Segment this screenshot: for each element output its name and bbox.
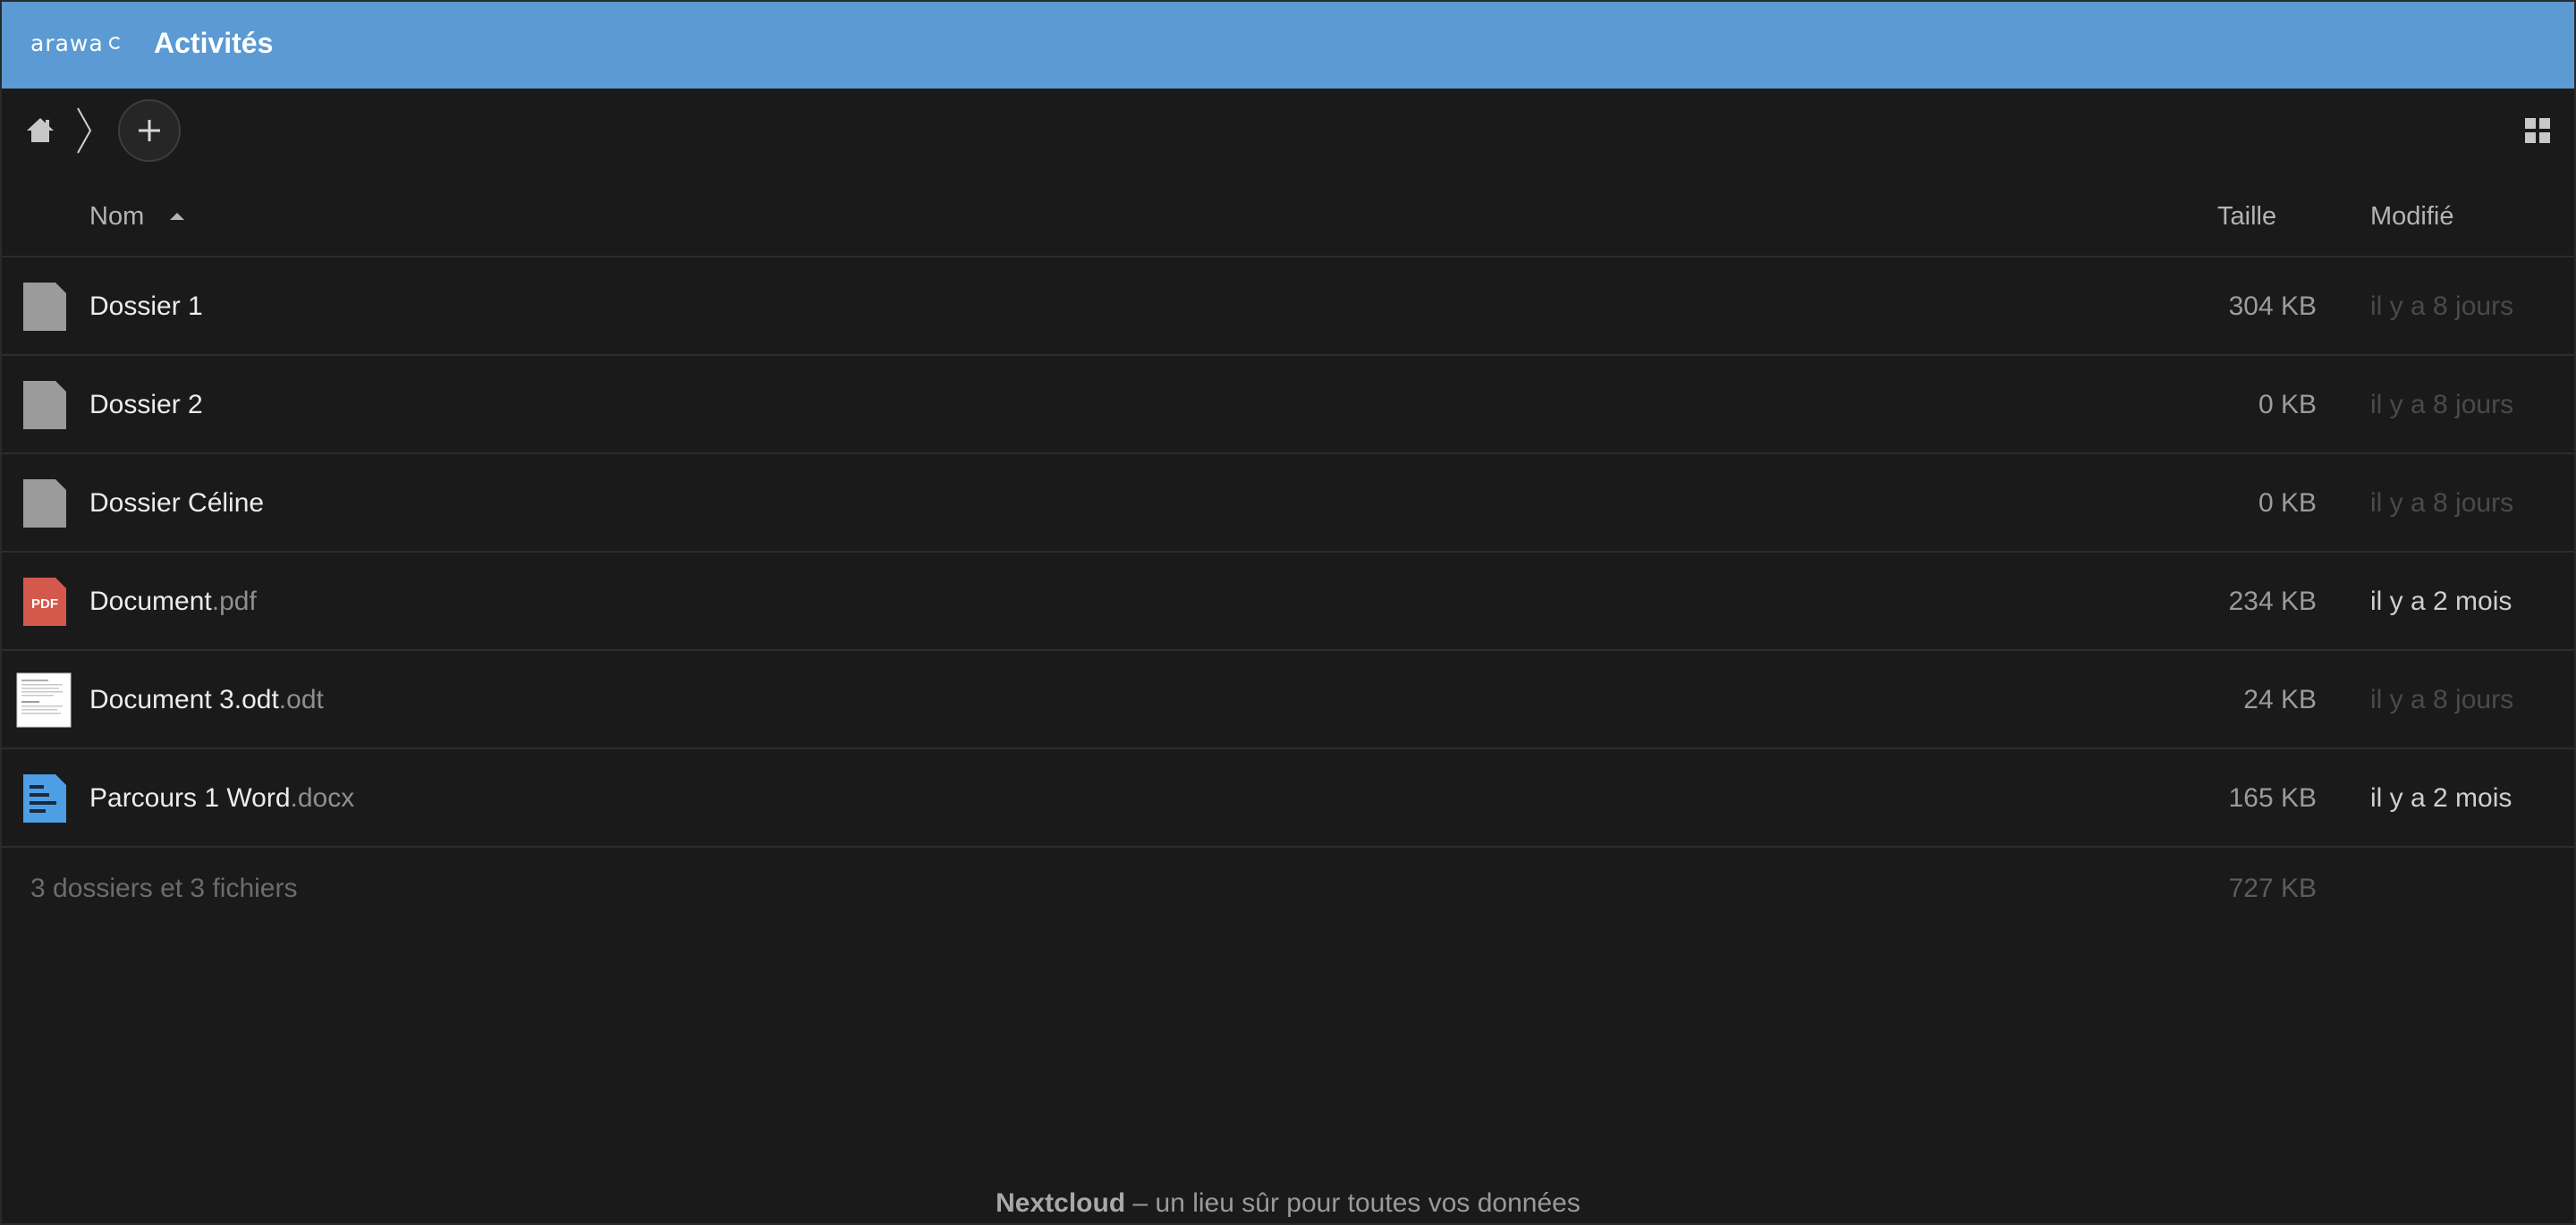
file-size: 0 KB <box>2258 488 2317 518</box>
file-name[interactable]: Document.pdf <box>89 586 257 618</box>
logo-mark-icon <box>108 37 122 49</box>
file-row[interactable]: Dossier 2 0 KB il y a 8 jours <box>0 356 2576 454</box>
app-header: arawa Activités <box>0 0 2576 89</box>
summary-total-size: 727 KB <box>2228 874 2317 903</box>
arawa-logo[interactable]: arawa <box>30 31 122 56</box>
file-name[interactable]: Parcours 1 Word.docx <box>89 782 354 815</box>
column-header-name[interactable]: Nom <box>89 201 144 232</box>
pdf-icon-label: PDF <box>31 596 58 612</box>
file-list-header: Nom Taille Modifié <box>0 174 2576 258</box>
word-document-icon <box>21 773 68 824</box>
file-modified: il y a 8 jours <box>2370 685 2514 714</box>
file-name[interactable]: Dossier 1 <box>89 291 203 323</box>
file-modified: il y a 2 mois <box>2370 783 2512 813</box>
add-new-button[interactable] <box>118 99 181 162</box>
file-size: 24 KB <box>2243 685 2317 714</box>
app-title[interactable]: Activités <box>154 25 273 61</box>
file-size: 0 KB <box>2258 390 2317 419</box>
file-size: 234 KB <box>2228 587 2317 616</box>
plus-icon <box>139 120 160 141</box>
file-row[interactable]: Dossier 1 304 KB il y a 8 jours <box>0 258 2576 356</box>
grid-view-icon[interactable] <box>2522 115 2553 146</box>
file-row[interactable]: PDF Document.pdf 234 KB il y a 2 mois <box>0 553 2576 651</box>
page-footer: Nextcloud – un lieu sûr pour toutes vos … <box>0 1182 2576 1225</box>
footer-tagline: – un lieu sûr pour toutes vos données <box>1125 1188 1580 1218</box>
chevron-right-icon <box>75 106 93 155</box>
file-row[interactable]: Dossier Céline 0 KB il y a 8 jours <box>0 454 2576 553</box>
file-size: 304 KB <box>2228 291 2317 321</box>
document-thumbnail-icon <box>16 672 72 728</box>
home-icon[interactable] <box>25 115 55 146</box>
file-row[interactable]: Document 3.odt.odt 24 KB il y a 8 jours <box>0 651 2576 749</box>
file-name[interactable]: Dossier 2 <box>89 389 203 421</box>
folder-icon <box>21 379 68 431</box>
file-modified: il y a 8 jours <box>2370 390 2514 419</box>
file-size: 165 KB <box>2228 783 2317 813</box>
pdf-icon: PDF <box>21 576 68 628</box>
file-list-summary: 3 dossiers et 3 fichiers 727 KB <box>0 849 2576 921</box>
files-toolbar <box>0 89 2576 174</box>
file-modified: il y a 8 jours <box>2370 488 2514 518</box>
sort-ascending-icon[interactable] <box>170 213 184 220</box>
home-icon-glyph <box>27 118 54 142</box>
file-row[interactable]: Parcours 1 Word.docx 165 KB il y a 2 moi… <box>0 749 2576 848</box>
logo-text: arawa <box>30 30 104 56</box>
column-header-modified[interactable]: Modifié <box>2370 201 2454 232</box>
column-header-size[interactable]: Taille <box>2217 201 2276 232</box>
file-modified: il y a 2 mois <box>2370 587 2512 616</box>
folder-icon <box>21 281 68 333</box>
folder-icon <box>21 477 68 529</box>
footer-brand[interactable]: Nextcloud <box>996 1188 1125 1218</box>
summary-count: 3 dossiers et 3 fichiers <box>30 874 298 903</box>
file-modified: il y a 8 jours <box>2370 291 2514 321</box>
file-name[interactable]: Document 3.odt.odt <box>89 684 324 716</box>
file-name[interactable]: Dossier Céline <box>89 487 264 520</box>
